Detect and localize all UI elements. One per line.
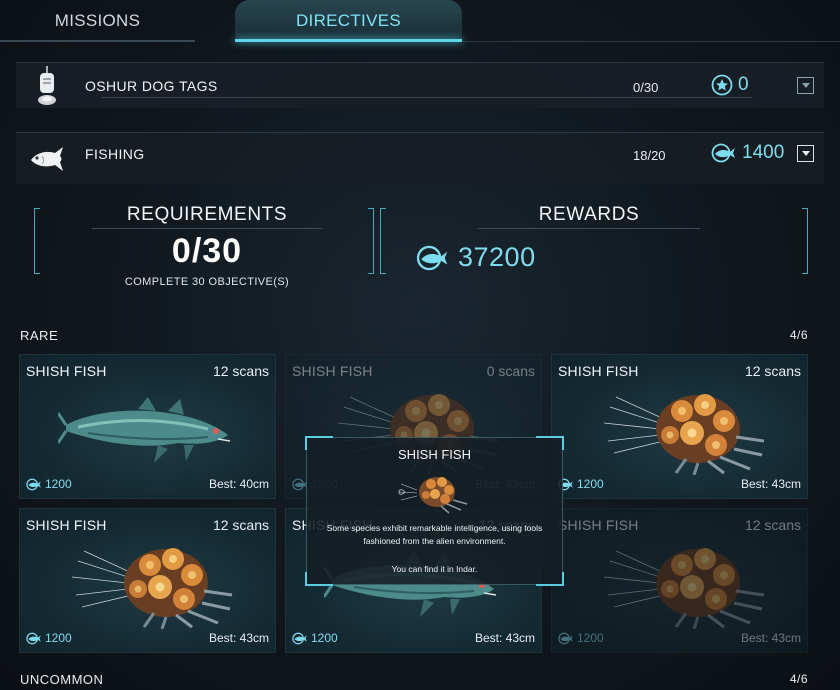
reward-value: 1200	[577, 631, 604, 645]
puffer-fish-icon	[603, 548, 765, 629]
fish-scans: 12 scans	[212, 517, 269, 533]
tooltip-corner	[305, 572, 333, 586]
puffer-fish-icon	[398, 477, 468, 514]
directive-row-fishing[interactable]: FISHING 18/20 1400	[16, 132, 824, 184]
rewards-value-group: 37200	[416, 242, 536, 273]
reward-value: 1400	[742, 142, 785, 163]
fish-best-size: Best: 43cm	[474, 631, 535, 645]
section-count: 4/6	[789, 672, 808, 686]
fish-best-size: Best: 43cm	[208, 631, 269, 645]
fish-currency-icon	[26, 632, 41, 644]
bracket-left	[34, 208, 40, 274]
fish-name: SHISH FISH	[26, 517, 107, 533]
fish-card[interactable]: SHISH FISH 12 scans 1200 Best: 43cm	[551, 508, 808, 653]
section-label: RARE	[20, 328, 59, 343]
section-count: 4/6	[789, 328, 808, 342]
tab-bar: MISSIONS DIRECTIVES	[0, 0, 840, 44]
fish-reward: 1200	[26, 477, 72, 491]
tab-missions[interactable]: MISSIONS	[0, 0, 195, 42]
section-uncommon-header: UNCOMMON 4/6	[20, 672, 808, 687]
fish-card[interactable]: SHISH FISH 12 scans 1200 Best: 43cm	[19, 508, 276, 653]
fish-currency-icon	[711, 143, 735, 163]
tooltip-description: Some species exhibit remarkable intellig…	[326, 523, 543, 546]
section-label: UNCOMMON	[20, 672, 104, 687]
puffer-fish-icon	[603, 394, 765, 475]
directive-name: OSHUR DOG TAGS	[85, 78, 218, 94]
directive-reward: 0	[711, 74, 749, 96]
fish-reward: 1200	[26, 631, 72, 645]
puffer-fish-icon	[71, 548, 233, 629]
tab-missions-label: MISSIONS	[54, 11, 141, 30]
section-rare-header: RARE 4/6	[20, 328, 808, 343]
fish-tooltip: SHISH FISH Some species exhibit remarkab…	[305, 436, 564, 586]
requirements-value: 0/30	[171, 232, 243, 270]
fish-best-size: Best: 43cm	[740, 477, 801, 491]
fish-reward: 1200	[558, 477, 604, 491]
fish-best-size: Best: 43cm	[740, 631, 801, 645]
eel-fish-icon	[58, 397, 231, 463]
rewards-value: 37200	[458, 242, 536, 272]
tab-divider	[462, 41, 840, 42]
star-badge-icon	[711, 74, 733, 96]
directive-reward: 1400	[711, 142, 784, 164]
reward-value: 1200	[577, 477, 604, 491]
bracket-right	[802, 208, 808, 274]
tooltip-location: You can find it in Indar.	[391, 564, 478, 574]
fish-name: SHISH FISH	[558, 517, 639, 533]
fish-card[interactable]: SHISH FISH 12 scans 1200 Best: 43cm	[551, 354, 808, 499]
bracket-left	[380, 208, 386, 274]
fish-scans: 12 scans	[212, 363, 269, 379]
fish-scans: 0 scans	[486, 363, 535, 379]
fish-reward: 1200	[558, 631, 604, 645]
directive-progress: 0/30	[633, 80, 659, 95]
requirements-title: REQUIREMENTS	[126, 204, 288, 225]
tab-directives-label: DIRECTIVES	[295, 11, 402, 30]
rewards-underline	[478, 228, 700, 229]
tooltip-title: SHISH FISH	[398, 447, 471, 462]
bracket-right	[368, 208, 374, 274]
tab-directives[interactable]: DIRECTIVES	[235, 0, 462, 42]
requirements-subtitle: COMPLETE 30 OBJECTIVE(S)	[124, 276, 290, 288]
directive-detail-panel: REQUIREMENTS 0/30 COMPLETE 30 OBJECTIVE(…	[20, 184, 820, 308]
rewards-title: REWARDS	[538, 204, 640, 225]
fish-currency-icon	[416, 245, 448, 270]
reward-value: 1200	[311, 631, 338, 645]
row-divider	[101, 97, 752, 98]
fish-name: SHISH FISH	[292, 363, 373, 379]
tooltip-corner	[536, 572, 564, 586]
reward-value: 1200	[45, 477, 72, 491]
dog-tag-icon	[16, 63, 78, 109]
chevron-down-icon[interactable]	[797, 145, 814, 162]
fish-name: SHISH FISH	[558, 363, 639, 379]
fish-card[interactable]: SHISH FISH 12 scans 1200 Best: 40cm	[19, 354, 276, 499]
fish-icon	[16, 133, 78, 185]
fish-scans: 12 scans	[744, 363, 801, 379]
fish-scans: 12 scans	[744, 517, 801, 533]
directive-name: FISHING	[85, 146, 145, 162]
fish-reward: 1200	[292, 631, 338, 645]
fish-best-size: Best: 40cm	[208, 477, 269, 491]
chevron-down-icon[interactable]	[797, 77, 814, 94]
reward-value: 0	[738, 74, 749, 95]
directive-row-oshur-dog-tags[interactable]: OSHUR DOG TAGS 0/30 0	[16, 62, 824, 108]
fish-currency-icon	[292, 632, 307, 644]
fish-currency-icon	[558, 632, 573, 644]
fish-name: SHISH FISH	[26, 363, 107, 379]
requirements-underline	[92, 228, 322, 229]
directive-progress: 18/20	[633, 148, 666, 163]
fish-currency-icon	[26, 478, 41, 490]
reward-value: 1200	[45, 631, 72, 645]
